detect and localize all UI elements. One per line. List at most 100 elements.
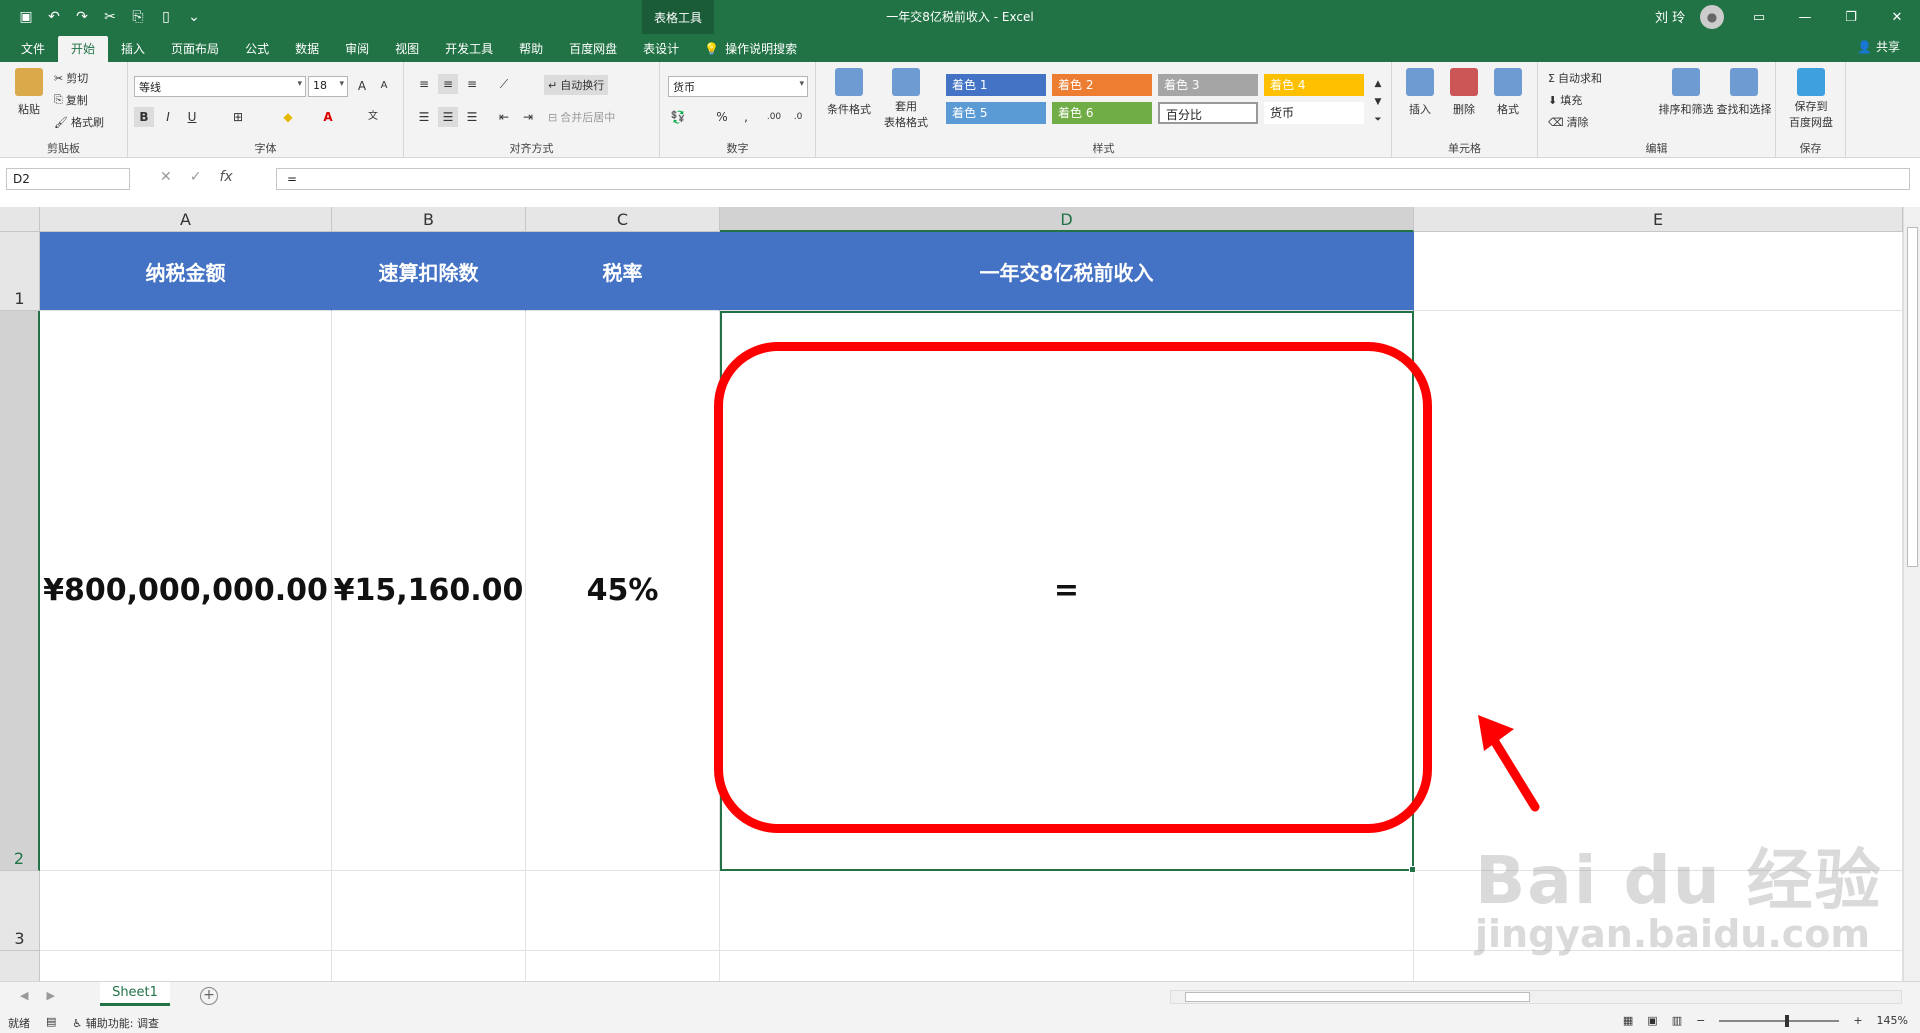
tab-developer[interactable]: 开发工具 [432,36,506,62]
cut-button[interactable]: ✂ 剪切 [54,70,88,86]
save-icon[interactable]: ▣ [14,6,38,28]
cell-b3[interactable] [332,871,526,951]
zoom-out-icon[interactable]: − [1696,1014,1705,1027]
font-color-icon[interactable]: A [318,107,338,127]
cell-b4[interactable] [332,951,526,981]
tab-file[interactable]: 文件 [8,36,58,62]
increase-decimal-icon[interactable]: .00 [764,107,784,127]
close-icon[interactable]: ✕ [1874,0,1920,34]
zoom-slider[interactable] [1719,1014,1840,1027]
cell-e3[interactable] [1414,871,1903,951]
align-right-icon[interactable]: ☰ [462,107,482,127]
fill-color-icon[interactable]: ◆ [278,107,298,127]
decrease-font-icon[interactable]: A [374,76,394,96]
comma-button[interactable]: , [736,107,756,127]
merge-center-button[interactable]: ⊟ 合并后居中 [548,109,615,125]
decrease-decimal-icon[interactable]: .0 [788,107,808,127]
wrap-text-button[interactable]: ↵ 自动换行 [544,75,609,95]
cell-style-accent4[interactable]: 着色 4 [1264,74,1364,96]
select-all-corner[interactable] [0,207,40,232]
cell-d3[interactable] [720,871,1414,951]
format-painter-button[interactable]: 🖌 格式刷 [54,114,104,130]
format-cells-button[interactable]: 格式 [1488,68,1528,117]
row-header-2[interactable]: 2 [0,311,40,871]
cell-d4[interactable] [720,951,1414,981]
fill-button[interactable]: ⬇ 填充 [1548,92,1582,108]
cell-c2[interactable]: 45% [526,311,720,871]
tab-page-layout[interactable]: 页面布局 [158,36,232,62]
styles-scroll-down-icon[interactable]: ▼ [1368,92,1388,112]
tab-table-design[interactable]: 表设计 [630,36,692,62]
percent-button[interactable]: % [712,107,732,127]
fill-handle[interactable] [1409,866,1416,873]
ribbon-display-icon[interactable]: ▭ [1736,0,1782,34]
insert-cells-button[interactable]: 插入 [1400,68,1440,117]
decrease-indent-icon[interactable]: ⇤ [494,107,514,127]
normal-view-icon[interactable]: ▦ [1623,1014,1633,1027]
cell-style-accent5[interactable]: 着色 5 [946,102,1046,124]
increase-indent-icon[interactable]: ⇥ [518,107,538,127]
cell-c3[interactable] [526,871,720,951]
cell-a4[interactable] [40,951,332,981]
styles-more-icon[interactable]: ⏷ [1368,110,1388,130]
tab-help[interactable]: 帮助 [506,36,556,62]
cell-e2[interactable] [1414,311,1903,871]
align-center-icon[interactable]: ☰ [438,107,458,127]
cell-style-percent[interactable]: 百分比 [1158,102,1258,124]
share-button[interactable]: 👤 共享 [1857,38,1900,55]
cell-style-accent2[interactable]: 着色 2 [1052,74,1152,96]
name-box[interactable]: D2 [6,168,130,190]
autosum-button[interactable]: Σ 自动求和 [1548,70,1602,86]
cancel-icon[interactable]: ✕ [160,169,172,185]
new-file-icon[interactable]: ▯ [154,6,178,28]
tab-insert[interactable]: 插入 [108,36,158,62]
row-header-1[interactable]: 1 [0,232,40,311]
column-header-d[interactable]: D [720,207,1414,232]
row-header-4[interactable] [0,951,40,981]
column-header-b[interactable]: B [332,207,526,232]
align-left-icon[interactable]: ☰ [414,107,434,127]
increase-font-icon[interactable]: A [352,76,372,96]
cell-style-accent1[interactable]: 着色 1 [946,74,1046,96]
accounting-icon[interactable]: 💱 [668,107,688,127]
bold-button[interactable]: B [134,107,154,127]
undo-icon[interactable]: ↶ [42,6,66,28]
column-header-a[interactable]: A [40,207,332,232]
align-top-icon[interactable]: ≡ [414,74,434,94]
find-select-button[interactable]: 查找和选择 [1714,68,1774,117]
italic-button[interactable]: I [158,107,178,127]
redo-icon[interactable]: ↷ [70,6,94,28]
cut-icon[interactable]: ✂ [98,6,122,28]
enter-icon[interactable]: ✓ [190,169,202,185]
font-name-select[interactable]: 等线 [134,76,306,97]
macro-record-icon[interactable]: ▤ [46,1015,56,1031]
orientation-icon[interactable]: ⟋ [494,74,514,94]
row-header-3[interactable]: 3 [0,871,40,951]
save-to-netdisk-button[interactable]: 保存到 百度网盘 [1784,68,1838,130]
delete-cells-button[interactable]: 删除 [1444,68,1484,117]
cell-b1[interactable]: 速算扣除数 [332,232,526,311]
clear-button[interactable]: ⌫ 清除 [1548,114,1589,130]
number-format-select[interactable]: 货币 [668,76,808,97]
avatar[interactable]: ● [1700,5,1724,29]
borders-icon[interactable]: ⊞ [228,107,248,127]
cell-d1[interactable]: 一年交8亿税前收入 [720,232,1414,311]
format-as-table-button[interactable]: 套用 表格格式 [878,68,934,130]
cell-e1[interactable] [1414,232,1903,311]
cell-style-accent3[interactable]: 着色 3 [1158,74,1258,96]
formula-input[interactable]: = [276,168,1910,190]
cell-style-currency[interactable]: 货币 [1264,102,1364,124]
tab-baidu-netdisk[interactable]: 百度网盘 [556,36,630,62]
column-header-c[interactable]: C [526,207,720,232]
cell-c4[interactable] [526,951,720,981]
maximize-icon[interactable]: ❐ [1828,0,1874,34]
tab-formulas[interactable]: 公式 [232,36,282,62]
cell-c1[interactable]: 税率 [526,232,720,311]
cell-e4[interactable] [1414,951,1903,981]
cell-d2[interactable]: = [720,311,1414,871]
horizontal-scroll-thumb[interactable] [1185,992,1530,1002]
vertical-scroll-thumb[interactable] [1907,227,1918,567]
customize-icon[interactable]: ⌄ [182,6,206,28]
prev-sheet-icon[interactable]: ◀ [20,989,28,1002]
tab-view[interactable]: 视图 [382,36,432,62]
